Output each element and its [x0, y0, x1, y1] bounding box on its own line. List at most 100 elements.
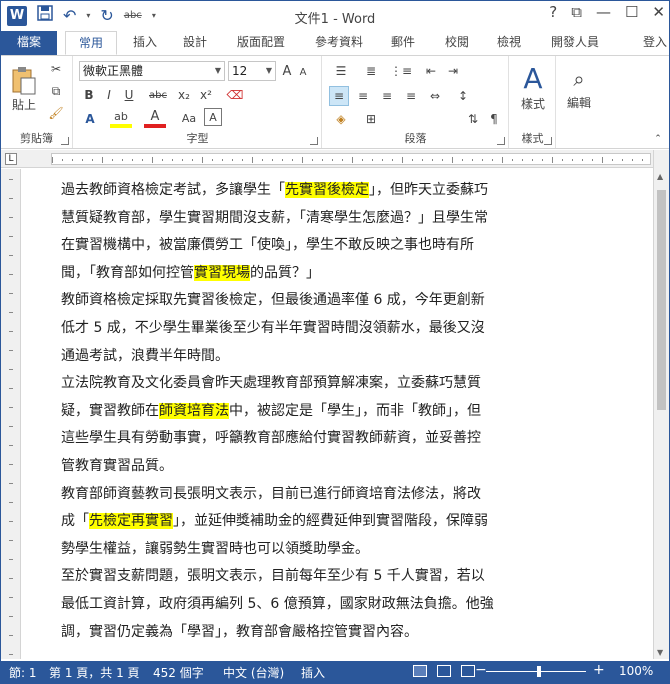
font-color-button[interactable]: A — [144, 108, 166, 128]
help-button[interactable]: ? — [549, 3, 557, 21]
shrink-font-button[interactable]: A — [296, 64, 310, 80]
decrease-indent-icon[interactable]: ⇤ — [421, 62, 441, 80]
tab-file[interactable]: 檔案 — [1, 31, 57, 55]
increase-indent-icon[interactable]: ⇥ — [443, 62, 463, 80]
zoom-slider-thumb[interactable] — [537, 666, 541, 677]
font-launcher-icon[interactable] — [310, 137, 318, 145]
show-marks-icon[interactable]: ¶ — [485, 110, 503, 128]
sort-icon[interactable]: ⇅ — [463, 110, 483, 128]
zoom-slider[interactable] — [486, 671, 586, 672]
horizontal-ruler[interactable]: L — [1, 150, 669, 168]
tab-view[interactable]: 檢視 — [489, 31, 529, 55]
text-run: 」，但昨天立委蘇巧 — [369, 182, 488, 198]
tab-references[interactable]: 參考資料 — [307, 31, 371, 55]
ruler-tick — [222, 159, 223, 161]
ribbon: 貼上 ✂ ⧉ 🖌 剪貼簿 微軟正黑體 ▼ 12 ▼ A A B I U abc x₂… — [1, 55, 669, 149]
read-mode-icon[interactable] — [413, 665, 427, 677]
paste-button[interactable]: 貼上 — [7, 62, 41, 116]
maximize-button[interactable]: ☐ — [625, 3, 638, 21]
vertical-scrollbar[interactable]: ▲ ▼ — [653, 150, 669, 659]
scroll-up-icon[interactable]: ▲ — [657, 172, 663, 181]
grow-font-button[interactable]: A — [279, 62, 295, 80]
highlight-button[interactable]: ab — [110, 108, 132, 128]
clipboard-launcher-icon[interactable] — [61, 137, 69, 145]
sign-in-link[interactable]: 登入 — [643, 31, 667, 53]
tab-selector-icon[interactable]: L — [5, 153, 17, 165]
font-family-select[interactable]: 微軟正黑體 ▼ — [79, 61, 225, 81]
document-area[interactable]: 過去教師資格檢定考試，多讓學生「先實習後檢定」，但昨天立委蘇巧 慧質疑教育部，學生… — [22, 169, 654, 659]
align-center-icon[interactable]: ≡ — [353, 86, 373, 106]
tab-developer[interactable]: 開發人員 — [543, 31, 607, 55]
ruler-tick — [9, 217, 13, 218]
ruler-track — [51, 153, 651, 165]
subscript-button[interactable]: x₂ — [174, 86, 194, 104]
text-run: 在實習機構中，被當廉價勞工「使喚」，學生不敢反映之事也時有所 — [61, 237, 474, 254]
shading-icon[interactable]: ◈ — [329, 110, 353, 128]
underline-button[interactable]: U — [120, 86, 138, 104]
ribbon-options-button[interactable]: ⧉ — [571, 3, 582, 21]
text-run: 疑，實習教師在 — [61, 402, 159, 419]
tab-layout[interactable]: 版面配置 — [229, 31, 293, 55]
close-button[interactable]: ✕ — [652, 3, 665, 21]
web-layout-icon[interactable] — [461, 665, 475, 677]
print-layout-icon[interactable] — [437, 665, 451, 677]
document-paragraph[interactable]: 教育部師資藝教司長張明文表示，目前已進行師資培育法修法，將改 成「先檢定再實習」，… — [61, 481, 561, 564]
styles-launcher-icon[interactable] — [544, 137, 552, 145]
align-left-icon[interactable]: ≡ — [329, 86, 349, 106]
text-effects-icon[interactable]: A — [80, 110, 100, 128]
minimize-button[interactable]: — — [596, 3, 611, 21]
clear-formatting-icon[interactable]: ⌫ — [224, 86, 246, 104]
copy-icon[interactable]: ⧉ — [47, 82, 65, 100]
justify-icon[interactable]: ≡ — [401, 86, 421, 106]
ruler-tick — [152, 157, 153, 163]
document-paragraph[interactable]: 過去教師資格檢定考試，多讓學生「先實習後檢定」，但昨天立委蘇巧 慧質疑教育部，學生… — [61, 177, 561, 287]
editing-button[interactable]: ⌕ 編輯 — [561, 60, 597, 114]
ruler-tick — [252, 157, 253, 163]
scroll-down-icon[interactable]: ▼ — [657, 648, 663, 657]
align-right-icon[interactable]: ≡ — [377, 86, 397, 106]
document-body[interactable]: 過去教師資格檢定考試，多讓學生「先實習後檢定」，但昨天立委蘇巧 慧質疑教育部，學生… — [61, 177, 561, 646]
word-count[interactable]: 452 個字 — [153, 664, 204, 681]
text-run: 教師資格檢定採取先實習後檢定，但最後通過率僅 6 成，今年更創新 — [61, 292, 485, 309]
zoom-out-icon[interactable]: − — [475, 662, 487, 678]
strikethrough-button[interactable]: abc — [144, 86, 172, 104]
document-paragraph[interactable]: 立法院教育及文化委員會昨天處理教育部預算解凍案，立委蘇巧慧質 疑，實習教師在師資培… — [61, 370, 561, 480]
line-spacing-icon[interactable]: ↕ — [453, 86, 473, 106]
paragraph-launcher-icon[interactable] — [497, 137, 505, 145]
ruler-tick — [302, 157, 303, 163]
ruler-tick — [232, 159, 233, 161]
borders-icon[interactable]: ⊞ — [359, 110, 383, 128]
distributed-icon[interactable]: ⇔ — [425, 86, 445, 106]
change-case-button[interactable]: Aa — [178, 108, 200, 128]
tab-insert[interactable]: 插入 — [125, 31, 165, 55]
tab-design[interactable]: 設計 — [175, 31, 215, 55]
insert-mode[interactable]: 插入 — [301, 664, 325, 681]
bold-button[interactable]: B — [80, 86, 98, 104]
tab-mailings[interactable]: 郵件 — [385, 31, 421, 55]
enclose-character-icon[interactable]: A — [204, 108, 222, 126]
zoom-level[interactable]: 100% — [619, 664, 653, 678]
multilevel-list-icon[interactable]: ⋮≡ — [389, 62, 413, 80]
section-indicator[interactable]: 節: 1 — [9, 664, 37, 681]
font-size-select[interactable]: 12 ▼ — [228, 61, 276, 81]
ruler-tick — [382, 159, 383, 161]
styles-button[interactable]: A 樣式 — [514, 60, 552, 114]
cut-icon[interactable]: ✂ — [47, 60, 65, 78]
language-indicator[interactable]: 中文 (台灣) — [223, 664, 284, 681]
format-painter-icon[interactable]: 🖌 — [47, 104, 65, 122]
bullets-icon[interactable]: ☰ — [329, 62, 353, 80]
ruler-tick — [292, 159, 293, 161]
vertical-ruler[interactable] — [1, 169, 21, 659]
document-paragraph[interactable]: 教師資格檢定採取先實習後檢定，但最後通過率僅 6 成，今年更創新 低才 5 成，不… — [61, 287, 561, 370]
binoculars-icon: ⌕ — [573, 66, 585, 91]
collapse-ribbon-icon[interactable]: ⌃ — [651, 132, 665, 146]
scrollbar-thumb[interactable] — [657, 190, 666, 410]
italic-button[interactable]: I — [100, 86, 118, 104]
tab-review[interactable]: 校閱 — [437, 31, 477, 55]
zoom-in-icon[interactable]: + — [593, 662, 605, 678]
page-indicator[interactable]: 第 1 頁，共 1 頁 — [49, 664, 140, 681]
document-paragraph[interactable]: 至於實習支薪問題，張明文表示，目前每年至少有 5 千人實習，若以 最低工資計算，政… — [61, 563, 561, 646]
numbering-icon[interactable]: ≣ — [359, 62, 383, 80]
superscript-button[interactable]: x² — [196, 86, 216, 104]
tab-home[interactable]: 常用 — [65, 31, 117, 55]
